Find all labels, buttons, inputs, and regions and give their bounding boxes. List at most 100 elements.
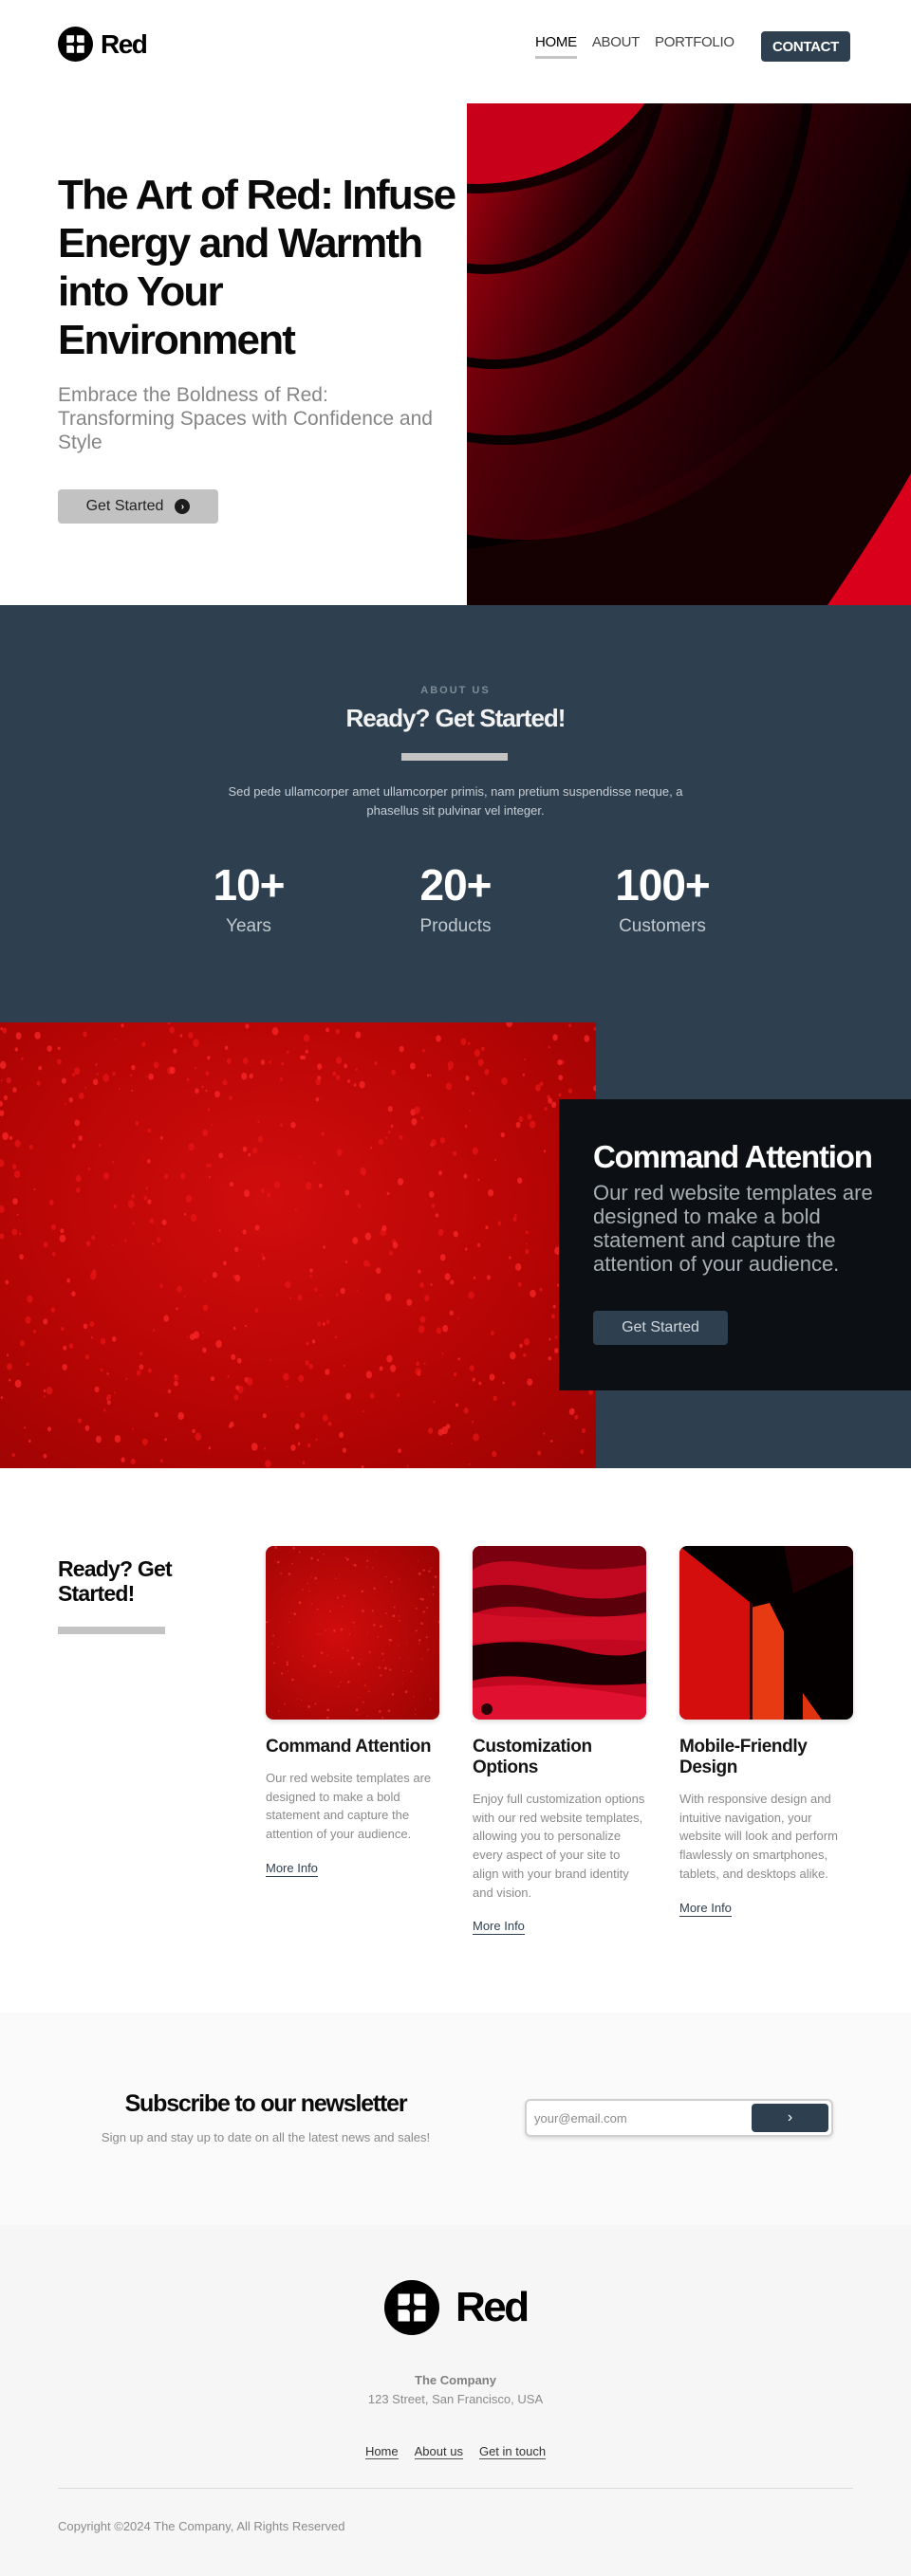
water-drop: [43, 1318, 48, 1325]
water-drop: [2, 1132, 9, 1141]
footer-link-home[interactable]: Home: [364, 2444, 399, 2459]
water-drop: [294, 1207, 297, 1211]
water-drop: [274, 1546, 277, 1549]
water-drop: [167, 1022, 171, 1025]
nav-portfolio[interactable]: PORTFOLIO: [655, 34, 734, 59]
water-drop: [379, 1366, 383, 1371]
water-drop: [91, 1336, 93, 1339]
water-drop: [385, 1136, 388, 1140]
water-drop: [344, 1556, 346, 1559]
water-drop: [432, 1586, 435, 1589]
water-drop: [472, 1147, 478, 1155]
water-drop: [229, 1095, 232, 1100]
more-info-link[interactable]: More Info: [266, 1861, 318, 1877]
water-drop: [92, 1078, 99, 1086]
water-drop: [460, 1038, 467, 1046]
water-drop: [355, 1068, 358, 1072]
brand-logo[interactable]: Red: [58, 27, 148, 62]
water-drop: [439, 1254, 446, 1261]
water-drop: [420, 1622, 423, 1625]
footer-link-about[interactable]: About us: [414, 2444, 463, 2459]
feature-section: Command Attention Our red website templa…: [0, 1022, 911, 1468]
water-drop: [61, 1077, 66, 1084]
water-drop: [0, 1060, 7, 1070]
water-drop: [524, 1337, 530, 1346]
water-drop: [12, 1087, 17, 1093]
water-drop: [352, 1621, 355, 1624]
water-drop: [281, 1672, 284, 1675]
water-drop: [290, 1444, 296, 1451]
water-drop: [60, 1228, 65, 1234]
water-drop: [416, 1629, 418, 1632]
water-drop: [393, 1606, 396, 1609]
water-drop: [201, 1085, 204, 1089]
water-drop: [43, 1389, 46, 1392]
water-drop: [169, 1066, 176, 1075]
water-drop: [249, 1073, 253, 1079]
water-drop: [62, 1364, 67, 1371]
email-input[interactable]: [534, 2107, 743, 2129]
water-drop: [12, 1198, 18, 1205]
water-drop: [450, 1279, 455, 1285]
water-drop: [163, 1315, 169, 1322]
water-drop: [112, 1161, 115, 1164]
water-drop: [106, 1400, 111, 1406]
water-drop: [84, 1354, 89, 1360]
water-drop: [83, 1031, 87, 1038]
water-drop: [344, 1189, 350, 1196]
water-drop: [188, 1143, 195, 1151]
water-drop: [386, 1354, 393, 1363]
water-drop: [336, 1075, 341, 1080]
water-drop: [15, 1032, 22, 1040]
water-drop: [84, 1086, 87, 1090]
water-drop: [346, 1649, 349, 1652]
water-drop: [252, 1148, 258, 1154]
water-drop: [302, 1589, 304, 1591]
water-drop: [315, 1096, 320, 1102]
water-drop: [319, 1294, 322, 1297]
water-drop: [254, 1224, 260, 1231]
water-drop: [362, 1170, 366, 1176]
water-drop: [371, 1567, 374, 1569]
more-info-link[interactable]: More Info: [473, 1919, 525, 1936]
copyright: Copyright ©2024 The Company, All Rights …: [58, 2519, 345, 2533]
water-drop: [153, 1061, 159, 1069]
water-drop: [279, 1123, 284, 1128]
water-drop: [525, 1242, 528, 1245]
water-drop: [415, 1708, 417, 1710]
water-drop: [260, 1059, 266, 1065]
footer-logo[interactable]: Red: [384, 2280, 530, 2335]
water-drop: [397, 1178, 404, 1186]
water-drop: [552, 1304, 556, 1309]
water-drop: [52, 1252, 56, 1257]
water-drop: [201, 1332, 204, 1334]
nav-about[interactable]: ABOUT: [592, 34, 640, 59]
contact-button[interactable]: CONTACT: [761, 31, 850, 62]
water-drop: [190, 1213, 197, 1223]
footer-link-contact[interactable]: Get in touch: [478, 2444, 547, 2459]
nav-home[interactable]: HOME: [535, 34, 577, 59]
more-info-link[interactable]: More Info: [679, 1901, 732, 1917]
feature-get-started-button[interactable]: Get Started: [593, 1311, 728, 1345]
water-drop: [326, 1654, 328, 1657]
water-drop: [517, 1281, 522, 1287]
water-drop: [276, 1560, 280, 1564]
red-texture-thumbnail: [473, 1546, 646, 1720]
water-drop: [125, 1377, 128, 1381]
stat-value: 10+: [213, 860, 285, 910]
water-drop: [399, 1619, 401, 1622]
water-drop: [468, 1463, 471, 1465]
subscribe-button[interactable]: ›: [752, 2104, 828, 2132]
water-drop: [355, 1031, 362, 1039]
water-drop: [364, 1232, 372, 1241]
water-drop: [433, 1400, 436, 1404]
water-drop: [74, 1067, 81, 1075]
feature-card: Command Attention Our red website templa…: [559, 1099, 911, 1390]
hero-get-started-button[interactable]: Get Started ›: [58, 489, 218, 524]
water-drop: [329, 1628, 331, 1630]
water-drop: [468, 1291, 474, 1299]
water-drop: [396, 1392, 400, 1398]
about-title: Ready? Get Started!: [345, 704, 567, 732]
water-drop: [91, 1235, 96, 1241]
water-drop: [244, 1189, 251, 1197]
